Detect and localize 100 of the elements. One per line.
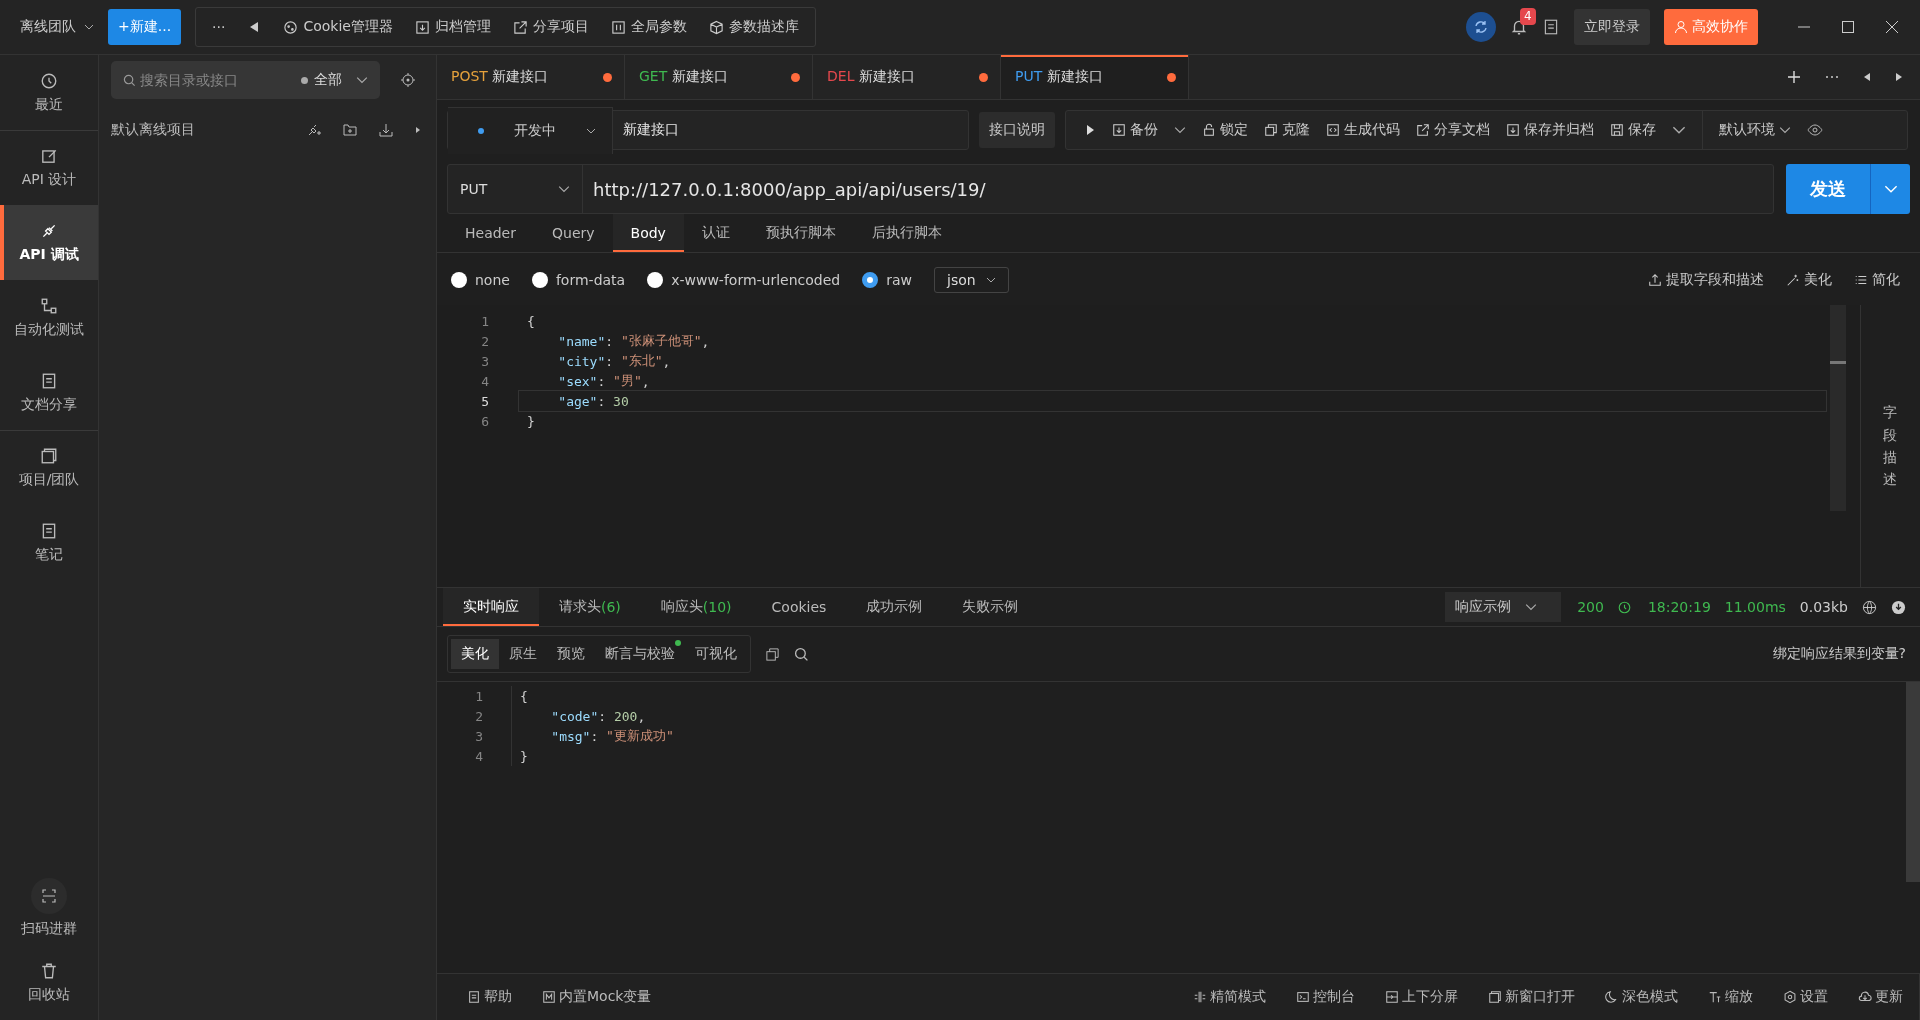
status-bar-button[interactable]: 更新 [1858,988,1903,1006]
toolbar-button[interactable]: 归档管理 [415,18,491,36]
response-tab[interactable]: 失败示例 [942,588,1039,626]
status-bar-button[interactable]: 设置 [1783,988,1828,1006]
locate-icon[interactable] [400,72,416,88]
status-bar-button[interactable]: 上下分屏 [1385,988,1458,1006]
project-name[interactable]: 默认离线项目 [111,121,286,139]
request-tab[interactable]: PUT 新建接口 [1001,55,1189,99]
chevron-down-icon[interactable] [1174,124,1186,136]
more-button[interactable]: ··· [212,19,226,35]
eye-icon[interactable] [1807,122,1823,138]
url-field[interactable]: PUT http://127.0.0.1:8000/app_api/api/users/19/ [447,164,1774,214]
method-dropdown[interactable]: PUT [448,165,583,213]
scroll-left-icon[interactable] [1862,72,1872,82]
response-tab[interactable]: 实时响应 [443,588,539,626]
status-bar-button[interactable]: 内置Mock变量 [542,988,652,1006]
scroll-right-icon[interactable] [1894,72,1904,82]
nav-item[interactable]: 自动化测试 [0,280,98,355]
sync-icon[interactable] [1466,12,1496,42]
chevron-down-icon [356,74,368,86]
new-button[interactable]: +新建... [108,9,182,45]
action-button[interactable]: 生成代码 [1326,121,1400,139]
response-tab[interactable]: 成功示例 [846,588,943,626]
status-bar-button[interactable]: 帮助 [467,988,512,1006]
expand-icon[interactable] [414,126,422,134]
note-icon[interactable] [1542,18,1560,36]
stack-icon [40,447,58,465]
close-icon[interactable] [1884,19,1900,35]
action-button[interactable]: 克隆 [1264,121,1310,139]
maximize-icon[interactable] [1840,19,1856,35]
download-icon[interactable] [1891,599,1906,615]
bind-variable-link[interactable]: 绑定响应结果到变量? [1772,645,1906,663]
request-section-tab[interactable]: 后执行脚本 [853,214,960,252]
body-tool-button[interactable]: 美化 [1786,271,1832,289]
status-bar-button[interactable]: 控制台 [1296,988,1355,1006]
status-bar-button[interactable]: 新窗口打开 [1488,988,1575,1006]
nav-item[interactable]: 笔记 [0,505,98,580]
body-type-radio[interactable]: none [451,272,510,288]
body-type-radio[interactable]: x-www-form-urlencoded [647,272,841,288]
filter-dropdown[interactable]: 全部 [301,71,342,89]
copy-icon[interactable] [765,646,780,662]
view-tab[interactable]: 美化 [451,639,499,669]
body-tool-button[interactable]: 简化 [1854,271,1900,289]
scrollbar[interactable] [1830,305,1846,511]
toolbar-button[interactable]: Cookie管理器 [283,18,393,36]
toolbar-button[interactable]: 全局参数 [611,18,687,36]
folder-add-icon[interactable] [342,122,358,138]
globe-icon[interactable] [1862,599,1877,615]
response-tab[interactable]: Cookies [751,588,847,626]
action-button[interactable]: 分享文档 [1416,121,1490,139]
login-button[interactable]: 立即登录 [1574,9,1650,45]
status-bar-button[interactable]: 深色模式 [1605,988,1678,1006]
environment-dropdown[interactable]: 默认环境 [1719,121,1791,139]
view-tab[interactable]: 原生 [499,639,547,669]
search-field[interactable]: 搜索目录或接口 全部 [111,61,380,99]
request-section-tab[interactable]: Query [534,214,613,252]
status-dropdown[interactable]: 开发中 [448,106,613,154]
team-dropdown[interactable]: 离线团队 [20,18,94,36]
nav-item[interactable]: API 调试 [0,205,98,280]
body-type-radio[interactable]: form-data [531,272,626,288]
plug-add-icon[interactable] [306,122,322,138]
scrollbar[interactable] [1906,682,1920,882]
nav-item[interactable]: 回收站 [0,945,98,1020]
download-icon[interactable] [378,122,394,138]
status-bar-button[interactable]: 缩放 [1708,988,1753,1006]
toolbar-button[interactable]: 分享项目 [513,18,589,36]
nav-item[interactable]: 扫码进群 [0,870,98,945]
action-button[interactable]: 保存 [1610,121,1656,139]
send-button[interactable]: 发送 [1786,164,1870,214]
response-example-dropdown[interactable]: 响应示例 [1445,592,1562,622]
body-tool-button[interactable]: 提取字段和描述 [1648,271,1764,289]
action-button[interactable]: 保存并归档 [1506,121,1594,139]
body-type-radio[interactable]: raw [862,272,913,288]
nav-item[interactable]: 最近 [0,55,98,130]
request-section-tab[interactable]: 认证 [683,214,748,252]
action-button[interactable]: 备份 [1112,121,1158,139]
field-description-panel[interactable]: 字段描述 [1860,305,1920,587]
search-icon[interactable] [794,646,809,662]
notification-icon[interactable] [1510,18,1528,36]
nav-item[interactable]: 文档分享 [0,355,98,430]
action-button[interactable]: 锁定 [1202,121,1248,139]
view-tab[interactable]: 可视化 [685,639,747,669]
format-dropdown[interactable]: json [934,267,1009,293]
request-tab[interactable]: GET 新建接口 [625,55,813,99]
nav-item[interactable]: 项目/团队 [0,430,98,505]
request-tab[interactable]: POST 新建接口 [437,55,625,99]
toolbar-button[interactable]: 参数描述库 [709,18,799,36]
api-doc-button[interactable]: 接口说明 [979,112,1055,148]
run-icon[interactable] [1084,124,1096,136]
add-icon[interactable] [1786,69,1802,85]
view-tab[interactable]: 断言与校验 [595,639,685,669]
backup-icon [1112,123,1126,137]
response-tab[interactable]: 请求头(6) [539,588,641,626]
request-section-tab[interactable]: 预执行脚本 [747,214,854,252]
clock-icon [40,71,58,90]
status-bar-button[interactable]: 精简模式 [1193,988,1266,1006]
request-section-tab[interactable]: Body [612,214,684,252]
view-tab[interactable]: 预览 [547,639,595,669]
response-tab[interactable]: 响应头(10) [640,588,752,626]
request-section-tab[interactable]: Header [447,214,534,252]
